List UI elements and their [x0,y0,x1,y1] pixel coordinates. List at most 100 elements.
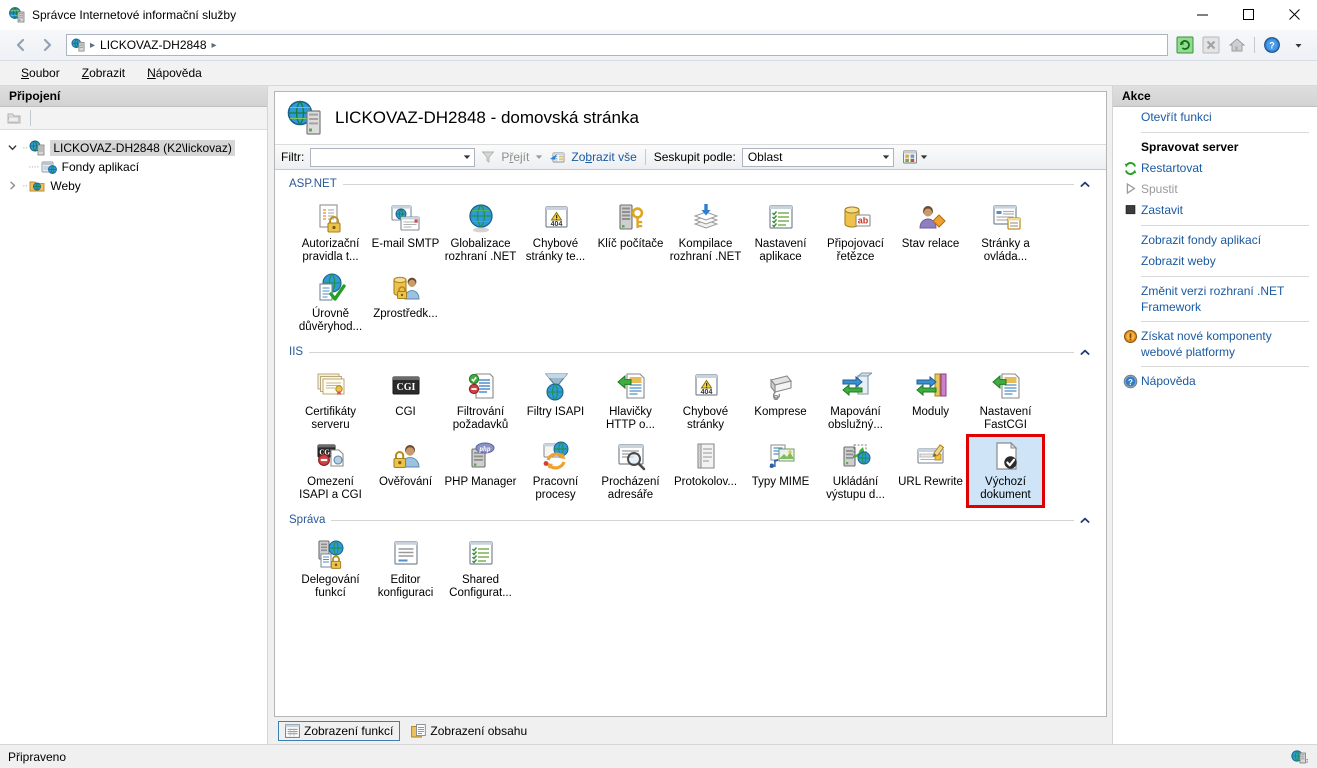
menu-napoveda[interactable]: Nápověda [136,63,213,83]
menu-soubor[interactable]: SSouboroubor [10,63,71,83]
tile-net-globalization[interactable]: Globalizace rozhraní .NET [443,198,518,268]
chevron-up-icon[interactable] [1080,181,1094,188]
tree-item-sites[interactable]: ·· Weby [0,176,267,195]
actions-separator [1141,225,1309,226]
tile-fastcgi-settings[interactable]: Nastavení FastCGI [968,366,1043,436]
connections-pane: Připojení ·· LICKOVAZ-DH2848 (K2\lickova… [0,86,268,744]
tile-error-pages[interactable]: 404 Chybové stránky [668,366,743,436]
tile-net-error-pages[interactable]: 404 Chybové stránky te... [518,198,593,268]
tile-configuration-editor[interactable]: Editor konfiguraci [368,534,443,604]
tile-server-certificates[interactable]: Certifikáty serveru [293,366,368,436]
auth-rules-icon [315,201,347,235]
view-mode-dropdown-arrow-icon[interactable] [920,153,928,161]
close-button[interactable] [1271,0,1317,30]
tile-default-document[interactable]: Výchozí dokument [966,434,1045,508]
tile-cgi[interactable]: CGI CGI [368,366,443,436]
action-open-feature[interactable]: Otevřít funkci [1113,107,1317,128]
action-open-feature-label: Otevřít funkci [1141,110,1212,124]
chevron-up-icon[interactable] [1080,349,1094,356]
action-help[interactable]: ? Nápověda [1113,371,1317,392]
action-get-new-web-platform-components[interactable]: Získat nové komponenty webové platformy [1113,326,1317,362]
forward-button[interactable] [34,34,60,56]
tile-authorization-rules[interactable]: Autorizační pravidla t... [293,198,368,268]
action-view-application-pools[interactable]: Zobrazit fondy aplikací [1113,230,1317,251]
tile-php-manager[interactable]: php PHP Manager [443,436,518,506]
filter-input[interactable] [310,147,476,167]
tile-machine-key[interactable]: Klíč počítače [593,198,668,268]
home-icon[interactable] [1226,34,1248,56]
show-all-button[interactable]: Zobrazit vše [571,150,636,164]
breadcrumb-server-label[interactable]: LICKOVAZ-DH2848 [100,38,206,52]
tile-shared-configuration[interactable]: Shared Configurat... [443,534,518,604]
filter-dropdown-arrow-icon[interactable] [463,153,471,161]
tile-authentication[interactable]: Ověřování [368,436,443,506]
tile-mime-types[interactable]: Typy MIME [743,436,818,506]
action-change-net-framework-version[interactable]: Změnit verzi rozhraní .NET Framework [1113,281,1317,317]
server-icon [29,140,45,156]
tile-pages-and-controls[interactable]: Stránky a ovláda... [968,198,1043,268]
group-by-select[interactable]: Oblast [741,147,894,167]
providers-icon [390,271,422,305]
go-dropdown-arrow-icon[interactable] [535,153,543,161]
pages-controls-icon [990,201,1022,235]
tile-compression[interactable]: Komprese [743,366,818,436]
minimize-button[interactable] [1179,0,1225,30]
tile-label: Certifikáty serveru [304,406,357,431]
tile-trust-levels[interactable]: Úrovně důvěryhod... [293,268,368,338]
refresh-green-icon[interactable] [1174,34,1196,56]
go-button[interactable]: Přejít [501,150,529,164]
smtp-email-icon [390,201,422,235]
action-restart[interactable]: Restartovat [1113,158,1317,179]
tile-isapi-cgi-restrictions[interactable]: CGI Omezení ISAPI a CGI [293,436,368,506]
action-view-sites[interactable]: Zobrazit weby [1113,251,1317,272]
tile-net-compilation[interactable]: Kompilace rozhraní .NET [668,198,743,268]
tab-features-view[interactable]: Zobrazení funkcí [278,720,401,741]
tree-item-server[interactable]: ·· LICKOVAZ-DH2848 (K2\lickovaz) [0,138,267,157]
tile-http-response-headers[interactable]: Hlavičky HTTP o... [593,366,668,436]
tile-isapi-filters[interactable]: Filtry ISAPI [518,366,593,436]
help-icon[interactable]: ? [1261,34,1283,56]
filter-divider [644,149,646,165]
action-stop[interactable]: Zastavit [1113,200,1317,221]
tile-smtp-email[interactable]: E-mail SMTP [368,198,443,268]
back-button[interactable] [8,34,34,56]
page-title: LICKOVAZ-DH2848 - domovská stránka [335,108,639,127]
tile-url-rewrite[interactable]: URL Rewrite [893,436,968,506]
sites-folder-icon [29,178,45,194]
group-management-name: Správa [289,514,326,526]
tile-label: Ověřování [378,476,433,488]
tile-label: Komprese [754,406,807,418]
tile-worker-processes[interactable]: Pracovní procesy [518,436,593,506]
tile-label: Autorizační pravidla t... [301,238,360,263]
tab-content-view[interactable]: Zobrazení obsahu [404,721,534,741]
tile-modules[interactable]: Moduly [893,366,968,436]
action-stop-label: Zastavit [1141,203,1184,217]
tile-handler-mappings[interactable]: Mapování obslužný... [818,366,893,436]
chevron-down-icon[interactable] [8,143,22,152]
tile-directory-browsing[interactable]: Procházení adresáře [593,436,668,506]
maximize-button[interactable] [1225,0,1271,30]
tab-features-view-label: Zobrazení funkcí [304,723,394,738]
chevron-up-icon[interactable] [1080,517,1094,524]
breadcrumb[interactable]: ▸ LICKOVAZ-DH2848 ▸ [66,34,1168,56]
tile-application-settings[interactable]: Nastavení aplikace [743,198,818,268]
tile-output-caching[interactable]: Ukládání výstupu d... [818,436,893,506]
group-by-dropdown-arrow-icon[interactable] [882,153,890,161]
action-start[interactable]: Spustit [1113,179,1317,200]
tree-line: ·· [22,179,28,192]
menu-zobrazit[interactable]: Zobrazit [71,63,136,83]
tile-feature-delegation[interactable]: Delegování funkcí [293,534,368,604]
stop-x-icon[interactable] [1200,34,1222,56]
view-mode-button[interactable] [900,148,930,167]
tree-item-app-pools[interactable]: ···· Fondy aplikací [0,157,267,176]
help-dropdown-arrow-icon[interactable] [1287,34,1309,56]
tile-connection-strings[interactable]: ab Připojovací řetězce [818,198,893,268]
tile-request-filtering[interactable]: Filtrování požadavků [443,366,518,436]
svg-text:404: 404 [550,221,562,228]
connect-icon[interactable] [6,110,22,126]
tile-providers[interactable]: Zprostředk... [368,268,443,338]
tile-logging[interactable]: Protokolov... [668,436,743,506]
chevron-right-icon[interactable] [8,181,22,190]
group-rule [331,519,1074,521]
tile-session-state[interactable]: Stav relace [893,198,968,268]
